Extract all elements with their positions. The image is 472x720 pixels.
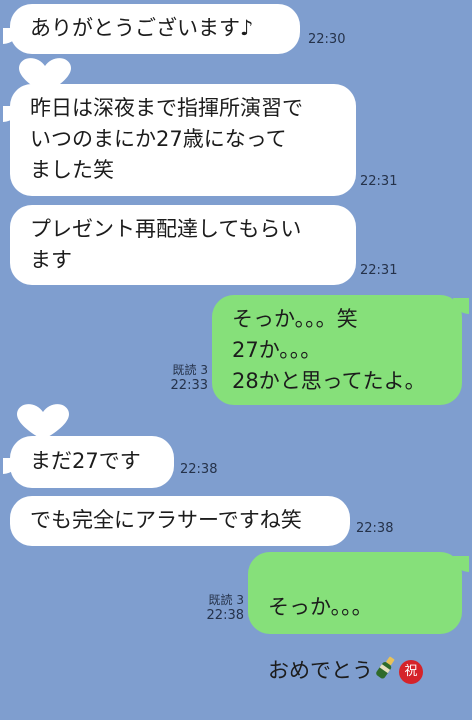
message-line: おめでとう 祝 <box>268 654 442 689</box>
read-receipt: 既読 3 22:33 <box>148 362 208 394</box>
message-text: おめでとう <box>268 658 373 683</box>
incoming-message[interactable]: でも完全にアラサーですね笑 <box>10 496 350 546</box>
message-timestamp: 22:30 <box>308 32 346 47</box>
message-timestamp: 22:38 <box>356 521 394 536</box>
champagne-icon <box>375 654 397 689</box>
celebration-badge: 祝 <box>399 659 423 684</box>
outgoing-message[interactable]: そっか。。。 おめでとう 祝 <box>248 552 462 684</box>
message-timestamp: 22:31 <box>360 174 398 189</box>
read-receipt: 既読 3 22:38 <box>184 592 244 624</box>
incoming-message[interactable]: 昨日は深夜まで指揮所演習で いつのまにか27歳になって ました笑 <box>10 84 356 196</box>
incoming-message[interactable]: ありがとうございます♪ <box>10 4 300 54</box>
outgoing-message[interactable]: そっか。。。笑 27か。。。 28かと思ってたよ。 <box>212 295 462 405</box>
message-timestamp: 22:38 <box>206 608 244 623</box>
message-line: そっか。。。 <box>268 595 373 619</box>
incoming-message[interactable]: プレゼント再配達してもらい ます <box>10 205 356 285</box>
message-timestamp: 22:33 <box>170 378 208 393</box>
message-timestamp: 22:31 <box>360 263 398 278</box>
message-timestamp: 22:38 <box>180 462 218 477</box>
incoming-message[interactable]: まだ27です <box>10 436 174 488</box>
